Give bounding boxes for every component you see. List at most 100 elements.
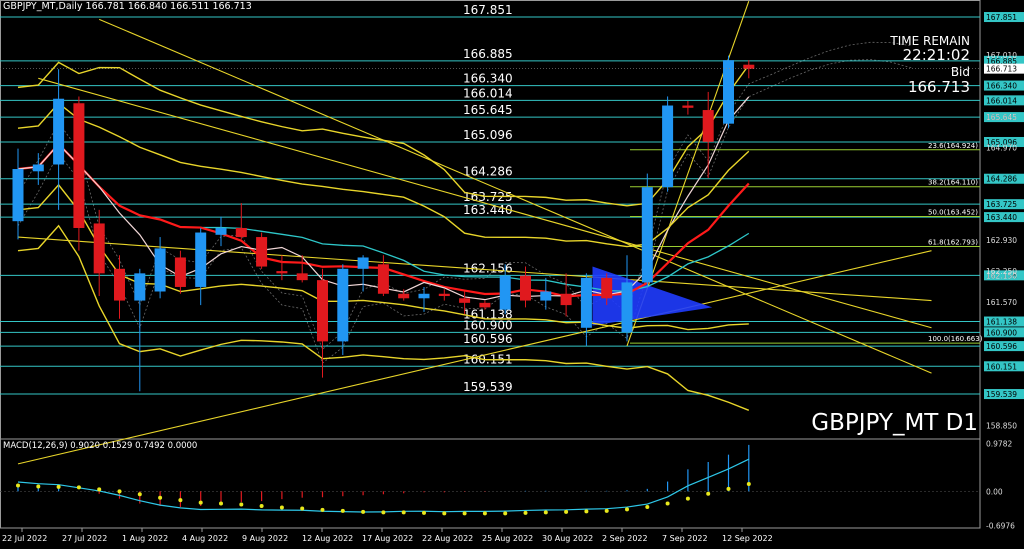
macd-signal-dot <box>97 487 102 492</box>
level-axis-label: 166.340 <box>986 82 1017 91</box>
macd-signal-dot <box>685 496 690 501</box>
candle-body <box>459 298 471 303</box>
y-tick-label: 158.850 <box>986 421 1017 430</box>
symbol-watermark: GBPJPY_MT D1 <box>811 410 978 436</box>
macd-line <box>17 458 750 513</box>
macd-signal-dot <box>137 492 142 497</box>
candle-body <box>418 293 430 299</box>
candle-body <box>114 268 125 301</box>
x-tick-label: 30 Aug 2022 <box>542 534 593 543</box>
bid-label: Bid <box>950 65 970 79</box>
macd-signal-dot <box>726 486 731 491</box>
macd-signal-dot <box>523 510 528 515</box>
candle-body <box>520 275 531 301</box>
x-tick-label: 12 Sep 2022 <box>722 534 773 543</box>
macd-signal-dot <box>503 511 508 516</box>
level-label: 163.440 <box>463 203 513 217</box>
macd-signal-dot <box>340 508 345 513</box>
macd-signal-dot <box>401 510 406 515</box>
fib-label: 100.0(160.663) <box>928 335 983 343</box>
candle-body <box>580 277 592 328</box>
level-axis-label: 163.725 <box>986 200 1017 209</box>
candle-body <box>641 187 653 283</box>
macd-signal-dot <box>300 506 305 511</box>
macd-signal-dot <box>462 511 467 516</box>
level-label: 165.096 <box>463 128 513 142</box>
level-label: 167.851 <box>463 3 513 17</box>
bollinger-upper-2 <box>17 61 750 207</box>
candle-body <box>134 273 146 301</box>
bid-value: 166.713 <box>907 78 970 96</box>
fib-label: 23.6(164.924) <box>928 142 978 150</box>
macd-signal-dot <box>158 495 163 500</box>
candle-body <box>438 293 450 297</box>
macd-signal-dot <box>706 491 711 496</box>
chart-stage: 167.851 167.851 166.885 166.885 166.340 166.3… <box>0 0 1024 549</box>
candle-body <box>398 293 410 299</box>
macd-y-tick-label: -0.6976 <box>986 521 1015 530</box>
candle-body <box>479 302 491 308</box>
x-tick-label: 7 Sep 2022 <box>662 534 708 543</box>
level-axis-label: 163.440 <box>986 213 1017 222</box>
candle-body <box>235 227 247 238</box>
macd-signal-dot <box>239 502 244 507</box>
symbol-info: GBPJPY_MT,Daily 166.781 166.840 166.511 … <box>3 1 252 12</box>
macd-signal-dot <box>76 485 81 490</box>
candle-body <box>93 223 105 274</box>
macd-signal-dot <box>645 504 650 509</box>
level-axis-label: 161.138 <box>986 318 1017 327</box>
x-tick-label: 1 Aug 2022 <box>122 534 168 543</box>
macd-signal-dot <box>16 483 20 488</box>
level-axis-label: 160.596 <box>986 342 1017 351</box>
x-tick-label: 27 Jul 2022 <box>62 534 107 543</box>
y-tick-label: 167.010 <box>986 51 1017 60</box>
candle-body <box>682 105 694 108</box>
macd-signal-dot <box>564 509 569 514</box>
candle-body <box>337 268 349 342</box>
macd-signal-dot <box>482 511 487 516</box>
level-label: 160.900 <box>463 318 513 332</box>
candle-body <box>12 169 24 222</box>
level-axis-label: 167.851 <box>986 13 1017 22</box>
candle-body <box>357 257 369 269</box>
macd-signal-dot <box>178 498 183 503</box>
candle-body <box>743 64 755 69</box>
level-axis-label: 160.151 <box>986 362 1017 371</box>
candle-body <box>560 293 572 306</box>
level-axis-label: 160.900 <box>986 328 1017 337</box>
x-tick-label: 17 Aug 2022 <box>362 534 413 543</box>
candle-body <box>723 60 734 124</box>
candle-body <box>215 227 227 235</box>
x-tick-label: 25 Aug 2022 <box>482 534 533 543</box>
macd-signal-dot <box>320 507 325 512</box>
level-label: 166.340 <box>463 72 513 86</box>
y-tick-label: 164.970 <box>986 144 1017 153</box>
macd-signal-dot <box>422 510 426 515</box>
candle-body <box>174 257 186 287</box>
candle-body <box>154 248 166 292</box>
x-tick-label: 9 Aug 2022 <box>242 534 288 543</box>
macd-signal-dot <box>361 509 366 514</box>
level-label: 166.014 <box>463 86 513 100</box>
level-label: 166.885 <box>463 47 513 61</box>
price-chart: 167.851167.851166.885166.885166.340166.3… <box>0 0 1024 543</box>
candle-body <box>499 275 511 310</box>
level-label: 165.645 <box>463 103 513 117</box>
candle-body <box>540 291 552 301</box>
candle-body <box>73 103 85 228</box>
level-axis-label: 159.539 <box>986 390 1017 399</box>
macd-signal-dot <box>665 501 670 506</box>
level-axis-label: 164.286 <box>986 175 1017 184</box>
candle-body <box>276 271 288 274</box>
candle-body <box>601 277 613 299</box>
candle-body <box>32 164 44 172</box>
candle-body <box>377 264 389 294</box>
macd-signal-dot <box>279 505 284 510</box>
fib-label: 50.0(163.452) <box>928 209 978 217</box>
candle-body <box>702 110 714 142</box>
macd-signal-dot <box>259 504 264 508</box>
macd-signal-dot <box>198 500 203 505</box>
y-tick-label: 162.150 <box>986 272 1017 281</box>
macd-signal-dot <box>117 489 122 494</box>
time-remain-value: 22:21:02 <box>902 46 970 64</box>
